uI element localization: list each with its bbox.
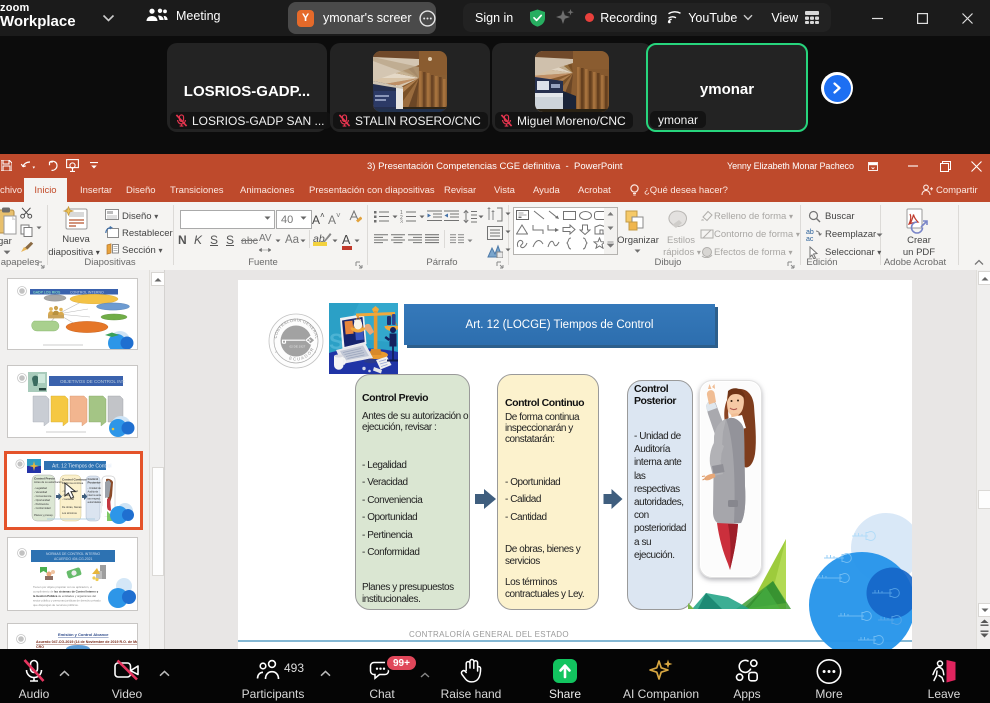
svg-text:- Conveniencia: - Conveniencia [34, 494, 52, 498]
svg-text:GADP LOS RIOS: GADP LOS RIOS [33, 291, 61, 295]
svg-text:Control Continuo: Control Continuo [62, 478, 87, 482]
svg-text:Acuerdo 047-CG-2019 (14 de Nov: Acuerdo 047-CG-2019 (14 de Noviembre de … [36, 640, 137, 644]
svg-text:Art. 12 Tiempos de Control: Art. 12 Tiempos de Control [52, 464, 111, 470]
svg-text:Control Previo: Control Previo [34, 477, 55, 481]
svg-text:- Oportunidad: - Oportunidad [34, 498, 50, 502]
svg-text:OBJETIVOS DE CONTROL INT.: OBJETIVOS DE CONTROL INT. [60, 379, 125, 384]
svg-text:Antes de su autorización: Antes de su autorización [34, 480, 63, 484]
svg-text:Posterior: Posterior [88, 481, 102, 485]
svg-text:NORMAS DE CONTROL INTERNO: NORMAS DE CONTROL INTERNO [46, 552, 100, 556]
svg-text:- Conformidad: - Conformidad [34, 506, 51, 510]
svg-text:las respect.: las respect. [88, 497, 102, 501]
svg-text:- Pertinencia: - Pertinencia [34, 502, 49, 506]
svg-text:- Veracidad: - Veracidad [34, 490, 48, 494]
svg-text:cumplimiento de las sistemas: cumplimiento de las sistemas de Control … [33, 590, 99, 594]
svg-text:02 DE 1927: 02 DE 1927 [290, 345, 306, 349]
svg-text:ACUERDO 404-CG-2021: ACUERDO 404-CG-2021 [54, 557, 93, 561]
svg-text:interna ante: interna ante [88, 493, 102, 497]
svg-text:Planes y presup.: Planes y presup. [34, 513, 54, 517]
svg-text:ac: ac [806, 236, 814, 241]
svg-text:sector público y personas jurí: sector público y personas jurídicas de d… [33, 599, 101, 603]
svg-text:CONTROL INTERNO: CONTROL INTERNO [70, 291, 104, 295]
svg-text:De obras, bienes: De obras, bienes [62, 505, 82, 509]
svg-text:ab: ab [806, 229, 814, 236]
svg-text:- Legalidad: - Legalidad [34, 486, 47, 490]
svg-text:la Gestión Pública de enti: la Gestión Pública de entidades y organi… [33, 594, 96, 598]
svg-text:autoridades: autoridades [88, 500, 102, 504]
svg-text:Auditoría: Auditoría [88, 490, 99, 494]
svg-text:- Unidad de: - Unidad de [88, 486, 102, 490]
svg-text:que dispongan de recursos públ: que dispongan de recursos públicos. [33, 603, 79, 607]
svg-text:Emisión y Control Alcance: Emisión y Control Alcance [58, 632, 109, 637]
svg-text:3: 3 [400, 220, 403, 224]
svg-text:Los términos: Los términos [62, 511, 78, 515]
svg-text:Tienen por objeto propiciar co: Tienen por objeto propiciar con su aplic… [33, 585, 93, 589]
